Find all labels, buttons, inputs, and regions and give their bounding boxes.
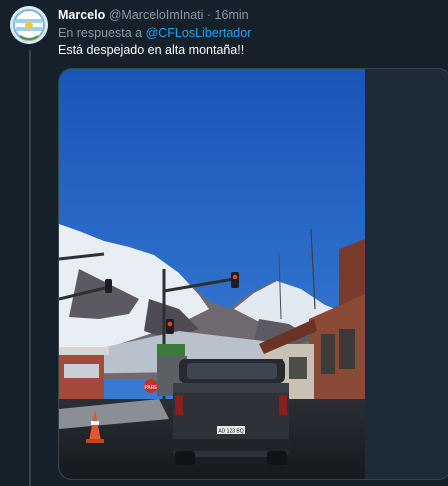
tweet-header: Marcelo @MarceloImInati · 16min xyxy=(58,8,249,22)
avatar[interactable] xyxy=(10,6,48,44)
license-plate: AD 123 BQ xyxy=(218,429,243,435)
thread-line xyxy=(29,50,31,486)
avatar-image xyxy=(10,6,48,44)
reply-prefix: En respuesta a xyxy=(58,26,143,40)
author-handle[interactable]: @MarceloImInati xyxy=(109,8,204,22)
media-side-panel xyxy=(365,69,448,479)
stop-sign-label: PARE xyxy=(144,385,158,391)
tweet-photo[interactable]: PARE AD 123 BQ xyxy=(59,69,365,479)
photo-scene: PARE AD 123 BQ xyxy=(59,69,365,479)
reply-mention-link[interactable]: @CFLosLibertador xyxy=(146,26,252,40)
separator-dot: · xyxy=(206,8,212,22)
author-name[interactable]: Marcelo xyxy=(58,8,105,22)
media-frame[interactable]: PARE AD 123 BQ xyxy=(58,68,448,480)
tweet-text: Está despejado en alta montaña!! xyxy=(58,43,245,57)
tweet-timestamp[interactable]: 16min xyxy=(215,8,249,22)
reply-context: En respuesta a @CFLosLibertador xyxy=(58,26,251,40)
